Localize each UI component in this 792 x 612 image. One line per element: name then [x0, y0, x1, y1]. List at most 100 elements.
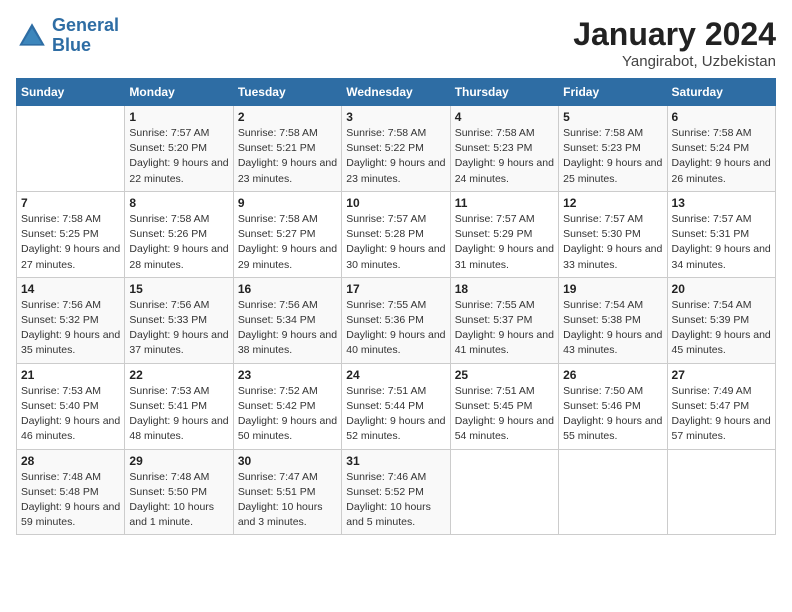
weekday-header-monday: Monday: [125, 79, 233, 106]
day-number: 16: [238, 282, 337, 296]
day-number: 9: [238, 196, 337, 210]
day-number: 27: [672, 368, 771, 382]
calendar-week-0: 1 Sunrise: 7:57 AMSunset: 5:20 PMDaylight…: [17, 106, 776, 192]
location-title: Yangirabot, Uzbekistan: [573, 53, 776, 70]
day-number: 29: [129, 454, 228, 468]
weekday-header-thursday: Thursday: [450, 79, 558, 106]
day-info: Sunrise: 7:57 AMSunset: 5:30 PMDaylight:…: [563, 212, 662, 273]
day-number: 21: [21, 368, 120, 382]
calendar-cell: 3 Sunrise: 7:58 AMSunset: 5:22 PMDaylight…: [342, 106, 450, 192]
day-number: 3: [346, 110, 445, 124]
day-info: Sunrise: 7:57 AMSunset: 5:29 PMDaylight:…: [455, 212, 554, 273]
day-info: Sunrise: 7:47 AMSunset: 5:51 PMDaylight:…: [238, 470, 337, 531]
calendar-cell: 28Sunrise: 7:48 AMSunset: 5:48 PMDayligh…: [17, 449, 125, 535]
day-info: Sunrise: 7:50 AMSunset: 5:46 PMDaylight:…: [563, 384, 662, 445]
calendar-week-1: 7Sunrise: 7:58 AMSunset: 5:25 PMDaylight…: [17, 191, 776, 277]
day-number: 8: [129, 196, 228, 210]
day-number: 31: [346, 454, 445, 468]
day-info: Sunrise: 7:58 AMSunset: 5:27 PMDaylight:…: [238, 212, 337, 273]
day-info: Sunrise: 7:58 AMSunset: 5:25 PMDaylight:…: [21, 212, 120, 273]
day-info: Sunrise: 7:57 AMSunset: 5:28 PMDaylight:…: [346, 212, 445, 273]
calendar-cell: 21Sunrise: 7:53 AMSunset: 5:40 PMDayligh…: [17, 363, 125, 449]
day-info: Sunrise: 7:51 AMSunset: 5:44 PMDaylight:…: [346, 384, 445, 445]
day-info: Sunrise: 7:56 AMSunset: 5:33 PMDaylight:…: [129, 298, 228, 359]
day-info: Sunrise: 7:49 AMSunset: 5:47 PMDaylight:…: [672, 384, 771, 445]
logo: General Blue: [16, 16, 119, 56]
day-info: Sunrise: 7:57 AMSunset: 5:20 PMDaylight:…: [129, 126, 228, 187]
day-info: Sunrise: 7:58 AMSunset: 5:22 PMDaylight:…: [346, 126, 445, 187]
title-block: January 2024 Yangirabot, Uzbekistan: [573, 16, 776, 70]
calendar-cell: 18Sunrise: 7:55 AMSunset: 5:37 PMDayligh…: [450, 277, 558, 363]
calendar-week-3: 21Sunrise: 7:53 AMSunset: 5:40 PMDayligh…: [17, 363, 776, 449]
logo-line2: Blue: [52, 35, 91, 55]
calendar-cell: 17Sunrise: 7:55 AMSunset: 5:36 PMDayligh…: [342, 277, 450, 363]
calendar-cell: 7Sunrise: 7:58 AMSunset: 5:25 PMDaylight…: [17, 191, 125, 277]
calendar-cell: 2Sunrise: 7:58 AMSunset: 5:21 PMDaylight…: [233, 106, 341, 192]
day-number: 30: [238, 454, 337, 468]
day-number: 1: [129, 110, 228, 124]
calendar-table: SundayMondayTuesdayWednesdayThursdayFrid…: [16, 78, 776, 535]
day-number: 18: [455, 282, 554, 296]
calendar-week-4: 28Sunrise: 7:48 AMSunset: 5:48 PMDayligh…: [17, 449, 776, 535]
weekday-header-sunday: Sunday: [17, 79, 125, 106]
calendar-cell: 12 Sunrise: 7:57 AMSunset: 5:30 PMDayligh…: [559, 191, 667, 277]
calendar-cell: 5Sunrise: 7:58 AMSunset: 5:23 PMDaylight…: [559, 106, 667, 192]
logo-icon: [16, 20, 48, 52]
weekday-header-friday: Friday: [559, 79, 667, 106]
calendar-cell: 24 Sunrise: 7:51 AMSunset: 5:44 PMDayligh…: [342, 363, 450, 449]
day-number: 13: [672, 196, 771, 210]
day-number: 23: [238, 368, 337, 382]
calendar-cell: 20Sunrise: 7:54 AMSunset: 5:39 PMDayligh…: [667, 277, 775, 363]
calendar-cell: 11 Sunrise: 7:57 AMSunset: 5:29 PMDayligh…: [450, 191, 558, 277]
day-info: Sunrise: 7:58 AMSunset: 5:24 PMDaylight:…: [672, 126, 771, 187]
calendar-cell: 15Sunrise: 7:56 AMSunset: 5:33 PMDayligh…: [125, 277, 233, 363]
day-number: 14: [21, 282, 120, 296]
weekday-header-wednesday: Wednesday: [342, 79, 450, 106]
day-info: Sunrise: 7:57 AMSunset: 5:31 PMDaylight:…: [672, 212, 771, 273]
day-number: 10: [346, 196, 445, 210]
day-number: 24: [346, 368, 445, 382]
day-number: 4: [455, 110, 554, 124]
day-info: Sunrise: 7:58 AMSunset: 5:23 PMDaylight:…: [563, 126, 662, 187]
day-number: 6: [672, 110, 771, 124]
day-number: 26: [563, 368, 662, 382]
day-info: Sunrise: 7:58 AMSunset: 5:26 PMDaylight:…: [129, 212, 228, 273]
day-info: Sunrise: 7:58 AMSunset: 5:21 PMDaylight:…: [238, 126, 337, 187]
calendar-cell: 31 Sunrise: 7:46 AMSunset: 5:52 PMDayligh…: [342, 449, 450, 535]
day-number: 22: [129, 368, 228, 382]
day-number: 28: [21, 454, 120, 468]
calendar-cell: 4 Sunrise: 7:58 AMSunset: 5:23 PMDaylight…: [450, 106, 558, 192]
day-number: 19: [563, 282, 662, 296]
day-info: Sunrise: 7:46 AMSunset: 5:52 PMDaylight:…: [346, 470, 445, 531]
day-number: 25: [455, 368, 554, 382]
calendar-cell: 9 Sunrise: 7:58 AMSunset: 5:27 PMDaylight…: [233, 191, 341, 277]
day-info: Sunrise: 7:56 AMSunset: 5:34 PMDaylight:…: [238, 298, 337, 359]
weekday-header-row: SundayMondayTuesdayWednesdayThursdayFrid…: [17, 79, 776, 106]
day-number: 12: [563, 196, 662, 210]
calendar-cell: [559, 449, 667, 535]
calendar-cell: 26 Sunrise: 7:50 AMSunset: 5:46 PMDayligh…: [559, 363, 667, 449]
calendar-cell: 19Sunrise: 7:54 AMSunset: 5:38 PMDayligh…: [559, 277, 667, 363]
day-info: Sunrise: 7:58 AMSunset: 5:23 PMDaylight:…: [455, 126, 554, 187]
calendar-cell: 13 Sunrise: 7:57 AMSunset: 5:31 PMDayligh…: [667, 191, 775, 277]
calendar-cell: 6 Sunrise: 7:58 AMSunset: 5:24 PMDaylight…: [667, 106, 775, 192]
month-title: January 2024: [573, 16, 776, 53]
calendar-cell: 22 Sunrise: 7:53 AMSunset: 5:41 PMDayligh…: [125, 363, 233, 449]
day-number: 17: [346, 282, 445, 296]
calendar-cell: [17, 106, 125, 192]
day-number: 11: [455, 196, 554, 210]
calendar-cell: [667, 449, 775, 535]
calendar-week-2: 14Sunrise: 7:56 AMSunset: 5:32 PMDayligh…: [17, 277, 776, 363]
calendar-cell: 29Sunrise: 7:48 AMSunset: 5:50 PMDayligh…: [125, 449, 233, 535]
calendar-cell: 27 Sunrise: 7:49 AMSunset: 5:47 PMDayligh…: [667, 363, 775, 449]
logo-line1: General: [52, 15, 119, 35]
page-header: General Blue January 2024 Yangirabot, Uz…: [16, 16, 776, 70]
calendar-cell: [450, 449, 558, 535]
calendar-cell: 8 Sunrise: 7:58 AMSunset: 5:26 PMDaylight…: [125, 191, 233, 277]
weekday-header-tuesday: Tuesday: [233, 79, 341, 106]
calendar-cell: 25Sunrise: 7:51 AMSunset: 5:45 PMDayligh…: [450, 363, 558, 449]
weekday-header-saturday: Saturday: [667, 79, 775, 106]
day-info: Sunrise: 7:53 AMSunset: 5:41 PMDaylight:…: [129, 384, 228, 445]
calendar-cell: 16 Sunrise: 7:56 AMSunset: 5:34 PMDayligh…: [233, 277, 341, 363]
calendar-cell: 30 Sunrise: 7:47 AMSunset: 5:51 PMDayligh…: [233, 449, 341, 535]
